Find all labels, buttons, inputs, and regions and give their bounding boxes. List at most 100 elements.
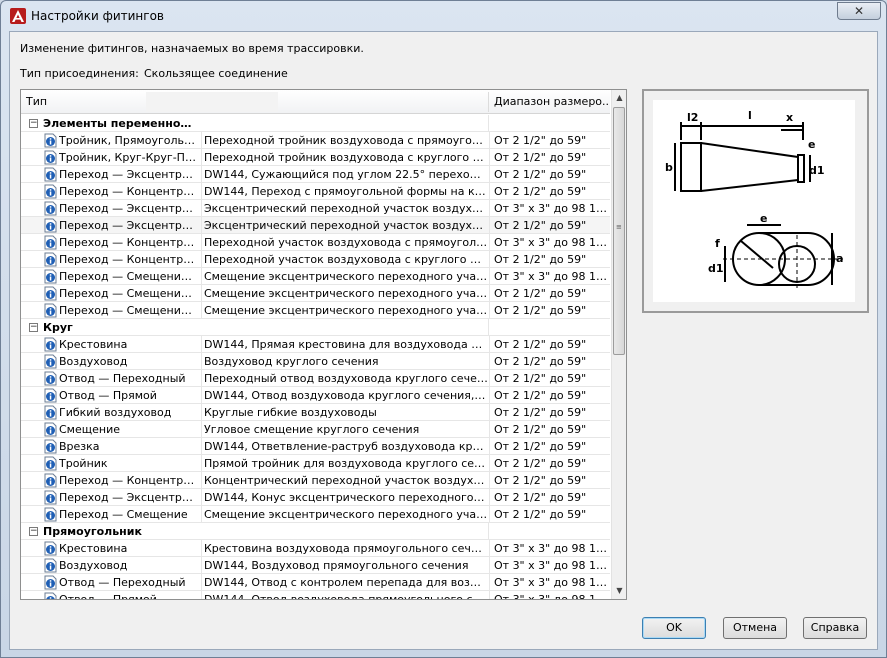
scroll-up-icon[interactable]: ▲ [612, 90, 626, 106]
cell-type: Переход — Смещение, ... [59, 304, 197, 317]
grip-icon: ≡ [616, 223, 622, 231]
table-row[interactable]: Гибкий воздуховод Круглые гибкие воздухов… [21, 404, 610, 421]
fitting-part-icon [44, 133, 57, 148]
collapse-toggle-icon[interactable]: − [29, 119, 38, 128]
fitting-part-icon [44, 422, 57, 437]
table-row[interactable]: Отвод — Переходный Переходный отвод возду… [21, 370, 610, 387]
cell-size-range: От 2 1/2" до 59" [489, 336, 610, 353]
table-row[interactable]: Крестовина Крестовина воздуховода прямоуг… [21, 540, 610, 557]
table-row[interactable]: Отвод — Прямой DW144, Отвод воздуховода п… [21, 591, 610, 599]
cell-size-range: От 3" x 3" до 98 1/... [489, 268, 610, 285]
cell-size-range: От 2 1/2" до 59" [489, 251, 610, 268]
cell-description: Переходной участок воздуховода с прямоуг… [201, 234, 488, 251]
fitting-part-icon [44, 490, 57, 505]
cell-description: Эксцентрический переходной участок возду… [201, 217, 488, 234]
table-row[interactable]: Переход — Эксцентрич... Эксцентрический п… [21, 217, 610, 234]
group-name: Прямоугольник [43, 525, 142, 538]
close-button[interactable]: ✕ [837, 2, 881, 20]
cell-size-range: От 3" x 3" до 98 1/... [489, 200, 610, 217]
dim-d1-label: d1 [809, 164, 825, 177]
cell-type: Переход — Эксцентрич... [59, 168, 197, 181]
table-row[interactable]: Переход — Смещение, ... Смещение эксцентр… [21, 268, 610, 285]
table-row[interactable]: Переход — Смещение, ... Смещение эксцентр… [21, 285, 610, 302]
ok-button[interactable]: OK [642, 617, 706, 639]
dim-e2-label: e [760, 212, 767, 225]
cell-type: Воздуховод [59, 559, 128, 572]
cell-type: Переход — Эксцентрич... [59, 491, 197, 504]
cell-type: Переход — Концентрич... [59, 236, 197, 249]
scroll-thumb[interactable]: ≡ [613, 107, 625, 355]
cell-size-range: От 2 1/2" до 59" [489, 472, 610, 489]
dim-b-label: b [665, 161, 673, 174]
fitting-preview-image: l2 l x e b d1 e f d1 a [653, 100, 855, 302]
table-row[interactable]: Переход — Концентрич... DW144, Переход с … [21, 183, 610, 200]
cell-type: Воздуховод [59, 355, 128, 368]
fittings-grid[interactable]: Тип Диапазон размеро... − Элементы переме… [20, 89, 627, 600]
cell-size-range: От 2 1/2" до 59" [489, 506, 610, 523]
table-row[interactable]: Переход — Концентрич... Концентрический п… [21, 472, 610, 489]
table-row[interactable]: Тройник, Прямоугольни... Переходной тройн… [21, 132, 610, 149]
fitting-part-icon [44, 541, 57, 556]
fitting-part-icon [44, 184, 57, 199]
fitting-part-icon [44, 405, 57, 420]
cell-size-range: От 2 1/2" до 59" [489, 353, 610, 370]
table-row[interactable]: Смещение Угловое смещение круглого сечени… [21, 421, 610, 438]
cell-type: Переход — Эксцентрич... [59, 202, 197, 215]
cell-size-range: От 2 1/2" до 59" [489, 387, 610, 404]
table-row[interactable]: Переход — Эксцентрич... Эксцентрический п… [21, 200, 610, 217]
cell-size-range: От 3" x 3" до 98 1/... [489, 574, 610, 591]
cell-type: Крестовина [59, 542, 128, 555]
fitting-part-icon [44, 218, 57, 233]
cell-divider [488, 319, 489, 336]
table-row[interactable]: Отвод — Прямой DW144, Отвод воздуховода к… [21, 387, 610, 404]
connection-type-label: Тип присоединения: [20, 67, 139, 80]
cancel-button[interactable]: Отмена [723, 617, 787, 639]
table-row[interactable]: Тройник, Круг-Круг-Пр... Переходной тройн… [21, 149, 610, 166]
group-row[interactable]: − Круг [21, 319, 610, 336]
close-icon: ✕ [853, 4, 865, 18]
scroll-down-icon[interactable]: ▼ [612, 583, 626, 599]
column-header-description[interactable] [146, 92, 278, 112]
table-row[interactable]: Врезка DW144, Ответвление-раструб воздухо… [21, 438, 610, 455]
vertical-scrollbar[interactable]: ▲ ≡ ▼ [611, 90, 626, 599]
group-row[interactable]: − Элементы переменной ... [21, 115, 610, 132]
cell-description: DW144, Сужающийся под углом 22.5° перехо… [201, 166, 488, 183]
cell-size-range: От 2 1/2" до 59" [489, 370, 610, 387]
table-row[interactable]: Переход — Эксцентрич... DW144, Конус эксц… [21, 489, 610, 506]
table-row[interactable]: Крестовина DW144, Прямая крестовина для в… [21, 336, 610, 353]
title-bar[interactable]: Настройки фитингов ✕ [1, 1, 886, 31]
cell-divider [488, 115, 489, 132]
group-row[interactable]: − Прямоугольник [21, 523, 610, 540]
fitting-part-icon [44, 575, 57, 590]
fitting-part-icon [44, 167, 57, 182]
dim-d1b-label: d1 [708, 262, 724, 275]
help-button[interactable]: Справка [803, 617, 867, 639]
fitting-settings-window: Настройки фитингов ✕ Изменение фитингов,… [0, 0, 887, 658]
cell-type: Врезка [59, 440, 100, 453]
cell-divider [488, 523, 489, 540]
table-row[interactable]: Переход — Концентрич... Переходной участо… [21, 234, 610, 251]
dim-f-label: f [715, 237, 720, 250]
collapse-toggle-icon[interactable]: − [29, 323, 38, 332]
cell-type: Гибкий воздуховод [59, 406, 172, 419]
cell-description: Смещение эксцентрического переходного уч… [201, 268, 488, 285]
table-row[interactable]: Переход — Концентрич... Переходной участо… [21, 251, 610, 268]
cell-size-range: От 2 1/2" до 59" [489, 404, 610, 421]
table-row[interactable]: Переход — Эксцентрич... DW144, Сужающийся… [21, 166, 610, 183]
table-row[interactable]: Тройник Прямой тройник для воздуховода кр… [21, 455, 610, 472]
table-row[interactable]: Переход — Смещение, ... Смещение эксцентр… [21, 302, 610, 319]
cell-description: Концентрический переходной участок возду… [201, 472, 488, 489]
fitting-preview-panel: l2 l x e b d1 e f d1 a [642, 89, 869, 313]
column-header-size-range[interactable]: Диапазон размеро... [489, 90, 610, 114]
table-row[interactable]: Переход — Смещение Смещение эксцентрическ… [21, 506, 610, 523]
cell-description: Эксцентрический переходной участок возду… [201, 200, 488, 217]
cell-size-range: От 2 1/2" до 59" [489, 149, 610, 166]
table-row[interactable]: Воздуховод DW144, Воздуховод прямоугольно… [21, 557, 610, 574]
dim-a-label: a [836, 252, 843, 265]
table-row[interactable]: Отвод — Переходный DW144, Отвод с контрол… [21, 574, 610, 591]
table-row[interactable]: Воздуховод Воздуховод круглого сечения От … [21, 353, 610, 370]
cell-size-range: От 3" x 3" до 98 1/... [489, 557, 610, 574]
collapse-toggle-icon[interactable]: − [29, 527, 38, 536]
cell-description: DW144, Отвод воздуховода круглого сечени… [201, 387, 488, 404]
cell-type: Тройник, Прямоугольни... [59, 134, 197, 147]
